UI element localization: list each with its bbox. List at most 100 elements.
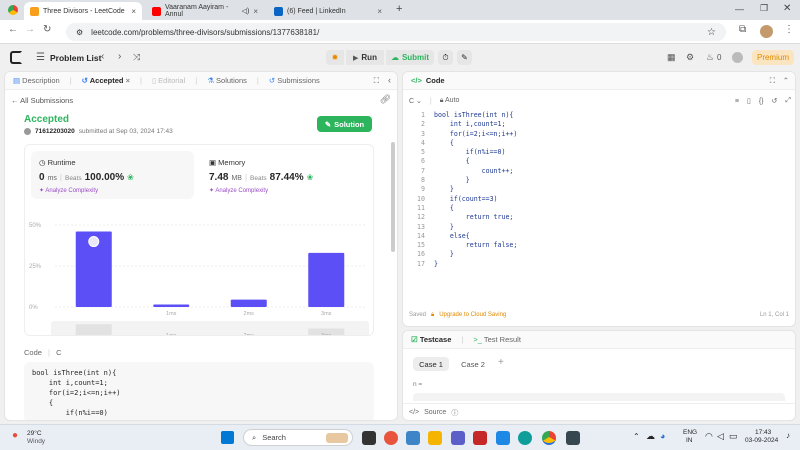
submit-button[interactable]: ☁ Submit bbox=[386, 50, 434, 65]
chrome-taskbar-icon[interactable] bbox=[542, 431, 556, 445]
problem-list-link[interactable]: Problem List bbox=[50, 53, 101, 63]
leetcode-logo-icon[interactable] bbox=[10, 51, 22, 64]
tab-description[interactable]: ▤ Description bbox=[13, 76, 60, 85]
bookmark-icon[interactable]: ▯ bbox=[747, 97, 751, 105]
left-panel-scrollbar[interactable] bbox=[391, 142, 395, 252]
maximize-panel-icon[interactable]: ⛶ bbox=[770, 76, 775, 86]
submitted-code-preview[interactable]: bool isThree(int n){ int i,count=1; for(… bbox=[24, 362, 374, 420]
tab-submissions[interactable]: ↺ Submissions bbox=[269, 76, 320, 85]
clock-time[interactable]: 17:43 bbox=[755, 429, 771, 436]
edge-icon[interactable] bbox=[518, 431, 532, 445]
premium-button[interactable]: Premium bbox=[752, 50, 794, 65]
restore-button[interactable]: ❐ bbox=[760, 3, 768, 14]
battery-icon[interactable]: ▭ bbox=[729, 431, 738, 442]
run-button[interactable]: ▶ Run bbox=[346, 50, 384, 65]
runtime-card[interactable]: ◷ Runtime 0 ms | Beats 100.00% ❀ ✦ Analy… bbox=[31, 151, 194, 199]
analyze-memory-link[interactable]: ✦ Analyze Complexity bbox=[209, 187, 268, 194]
layout-icon[interactable]: ▦ bbox=[667, 52, 676, 63]
close-tab-icon[interactable]: × bbox=[126, 76, 130, 85]
volume-icon[interactable]: ◁ bbox=[717, 431, 724, 442]
cloud-icon[interactable]: ☁ bbox=[646, 431, 655, 442]
upgrade-cloud-link[interactable]: Upgrade to Cloud Saving bbox=[439, 312, 506, 319]
solution-button[interactable]: ✎ Solution bbox=[317, 116, 372, 132]
show-hidden-icons[interactable]: ⌃ bbox=[633, 432, 640, 441]
testcase-input-field[interactable] bbox=[413, 393, 785, 401]
tab-test-result[interactable]: >_ Test Result bbox=[473, 335, 521, 344]
all-submissions-link[interactable]: ← All Submissions bbox=[11, 96, 73, 105]
weather-temp[interactable]: 29°C bbox=[27, 430, 42, 437]
tab-youtube[interactable]: Vaaranam Aayiram - Annul ◁) × bbox=[146, 2, 264, 20]
profile-avatar[interactable] bbox=[760, 25, 773, 38]
language-indicator[interactable]: ENG bbox=[683, 429, 697, 436]
app-icon[interactable] bbox=[451, 431, 465, 445]
prev-problem-icon[interactable]: ‹ bbox=[101, 51, 104, 62]
tab-leetcode[interactable]: Three Divisors - LeetCode × bbox=[24, 2, 142, 20]
maximize-panel-icon[interactable]: ⛶ bbox=[374, 76, 379, 86]
taskbar-search[interactable]: ⌕ Search bbox=[243, 429, 353, 446]
help-icon[interactable]: ⓘ bbox=[451, 408, 458, 418]
reload-icon[interactable]: ↻ bbox=[43, 24, 51, 35]
app-icon[interactable] bbox=[566, 431, 580, 445]
memory-card[interactable]: ▣ Memory 7.48 MB | Beats 87.44% ❀ ✦ Anal… bbox=[201, 151, 361, 199]
site-info-icon[interactable]: ⚙ bbox=[76, 28, 83, 37]
tab-accepted[interactable]: ↺ Accepted × bbox=[82, 76, 130, 85]
tab-solutions[interactable]: ⚗ Solutions bbox=[207, 76, 247, 85]
reset-icon[interactable]: ↺ bbox=[772, 97, 778, 105]
weather-icon[interactable]: ● bbox=[12, 430, 18, 441]
close-tab-icon[interactable]: × bbox=[131, 7, 136, 16]
settings-gear-icon[interactable]: ⚙ bbox=[686, 52, 694, 63]
braces-icon[interactable]: {} bbox=[759, 98, 764, 105]
timer-icon[interactable]: ⏱ bbox=[438, 50, 453, 65]
code-editor[interactable]: 1 bool isThree(int n){2 int i,count=1; 3 f… bbox=[403, 111, 793, 271]
wifi-icon[interactable]: ◠ bbox=[705, 431, 713, 442]
case-2-button[interactable]: Case 2 bbox=[455, 357, 491, 371]
close-tab-icon[interactable]: × bbox=[253, 7, 258, 16]
tab-title: Three Divisors - LeetCode bbox=[43, 7, 125, 15]
format-icon[interactable]: ≡ bbox=[735, 98, 739, 105]
chrome-menu-icon[interactable]: ⋮ bbox=[784, 24, 794, 35]
close-tab-icon[interactable]: × bbox=[377, 7, 382, 16]
language-region[interactable]: IN bbox=[686, 437, 693, 444]
windows-start-icon[interactable] bbox=[221, 431, 234, 444]
outlook-icon[interactable] bbox=[496, 431, 510, 445]
next-problem-icon[interactable]: › bbox=[118, 51, 121, 62]
task-view-icon[interactable] bbox=[362, 431, 376, 445]
tab-linkedin[interactable]: (6) Feed | LinkedIn × bbox=[268, 2, 388, 20]
notification-bell-icon[interactable]: ♪ bbox=[786, 431, 790, 440]
analyze-runtime-link[interactable]: ✦ Analyze Complexity bbox=[39, 187, 98, 194]
new-tab-button[interactable]: + bbox=[396, 3, 402, 15]
app-tray-icon[interactable]: ◕ bbox=[660, 431, 665, 441]
copilot-icon[interactable] bbox=[384, 431, 398, 445]
shuffle-icon[interactable]: ⤨ bbox=[133, 52, 140, 63]
collapse-panel-icon[interactable]: ⌃ bbox=[783, 76, 789, 85]
runtime-distribution-chart[interactable]: 50% 25% 0% 1ms 2ms 3ms 1ms 2ms 3ms bbox=[25, 203, 375, 335]
store-icon[interactable] bbox=[406, 431, 420, 445]
debug-icon[interactable]: ✹ bbox=[326, 50, 344, 65]
source-link[interactable]: Source bbox=[424, 409, 446, 416]
add-testcase-button[interactable]: + bbox=[498, 357, 504, 368]
forward-icon[interactable]: → bbox=[25, 24, 35, 35]
case-1-button[interactable]: Case 1 bbox=[413, 357, 449, 371]
collapse-panel-icon[interactable]: ‹ bbox=[388, 75, 391, 85]
problem-list-icon[interactable]: ☰ bbox=[36, 52, 45, 63]
link-icon[interactable]: 🔗︎ bbox=[380, 94, 391, 105]
tab-editorial[interactable]: ▯ Editorial bbox=[152, 76, 185, 85]
url-bar[interactable]: ⚙ leetcode.com/problems/three-divisors/s… bbox=[66, 23, 726, 41]
extensions-icon[interactable]: ⧉ bbox=[739, 24, 746, 35]
minimize-button[interactable]: — bbox=[735, 4, 744, 14]
mode-select[interactable]: 🔒︎ Auto bbox=[440, 97, 460, 105]
close-window-button[interactable]: ✕ bbox=[783, 3, 791, 14]
back-icon[interactable]: ← bbox=[8, 24, 18, 35]
tab-testcase[interactable]: ☑ Testcase bbox=[411, 335, 451, 344]
clock-date[interactable]: 03-09-2024 bbox=[745, 437, 778, 444]
weather-desc[interactable]: Windy bbox=[27, 438, 45, 445]
fullscreen-icon[interactable]: ⤢ bbox=[785, 97, 791, 105]
file-explorer-icon[interactable] bbox=[428, 431, 442, 445]
chrome-logo-icon[interactable] bbox=[8, 5, 18, 15]
language-select[interactable]: C ⌄ bbox=[409, 97, 422, 105]
notes-icon[interactable]: ✎ bbox=[457, 50, 472, 65]
mcafee-icon[interactable] bbox=[473, 431, 487, 445]
bookmark-star-icon[interactable]: ☆ bbox=[707, 27, 716, 38]
submitter-name[interactable]: 71612203020 bbox=[35, 128, 75, 135]
user-avatar[interactable] bbox=[732, 52, 743, 63]
